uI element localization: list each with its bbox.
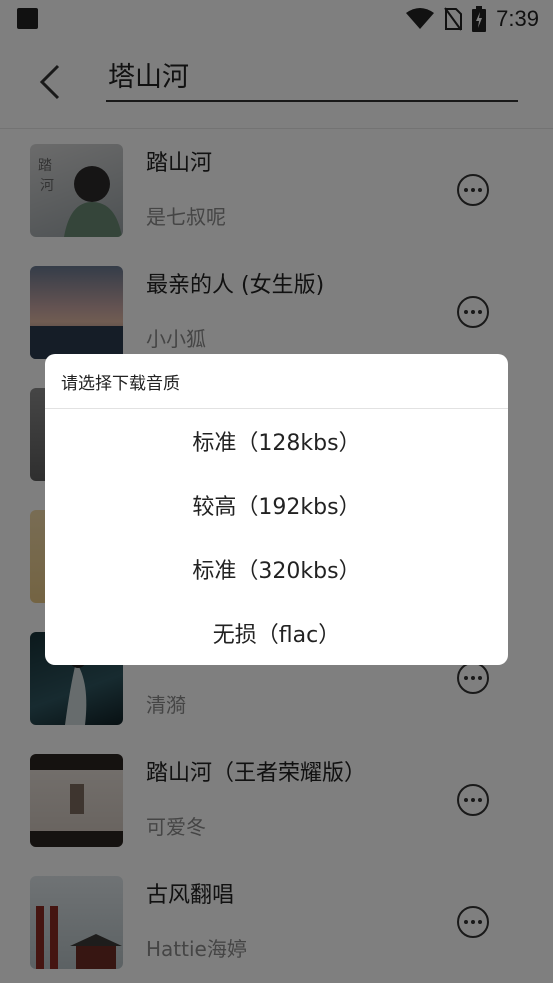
quality-option-128[interactable]: 标准（128kbs）: [45, 409, 508, 473]
download-quality-dialog: 请选择下载音质 标准（128kbs） 较高（192kbs） 标准（320kbs）…: [45, 354, 508, 665]
quality-option-192[interactable]: 较高（192kbs）: [45, 473, 508, 537]
dialog-title: 请选择下载音质: [61, 374, 180, 394]
quality-option-320[interactable]: 标准（320kbs）: [45, 537, 508, 601]
quality-option-flac[interactable]: 无损（flac）: [45, 601, 508, 665]
